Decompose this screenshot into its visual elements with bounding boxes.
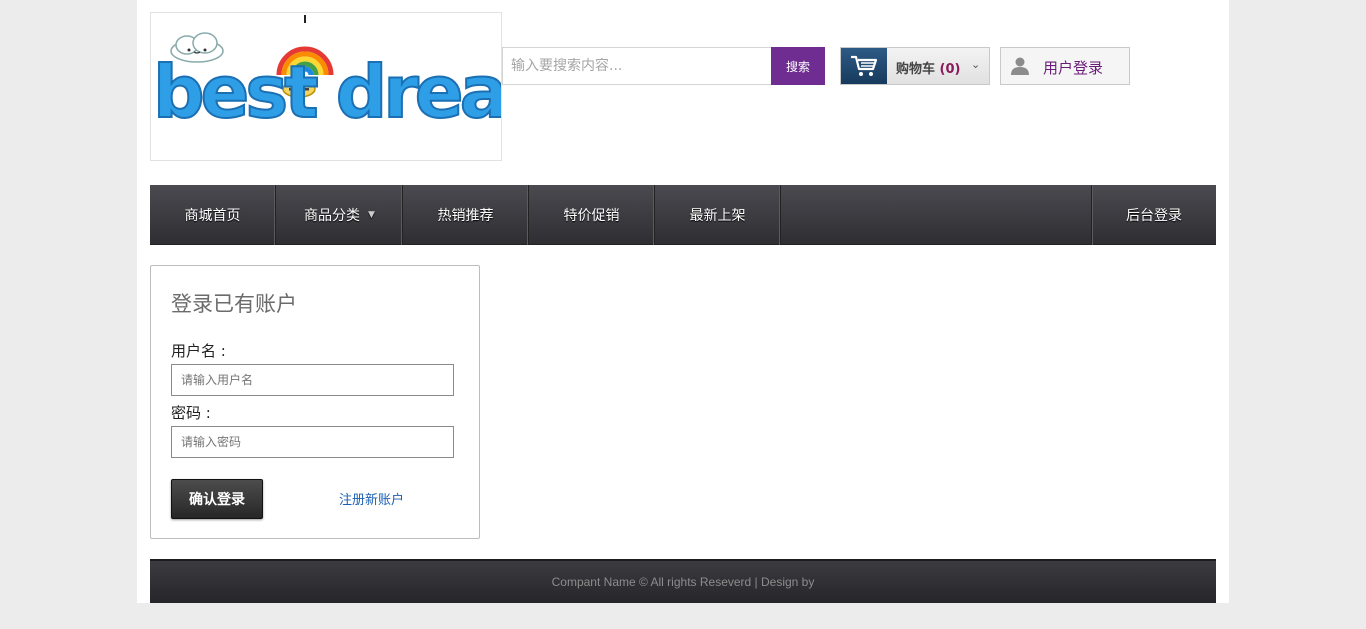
nav-item-home[interactable]: 商城首页: [150, 185, 276, 245]
user-login-button[interactable]: 用户登录: [1000, 47, 1130, 85]
nav-item-admin-login[interactable]: 后台登录: [1091, 185, 1216, 245]
footer: Compant Name © All rights Reseverd | Des…: [150, 559, 1216, 603]
user-login-label: 用户登录: [1043, 59, 1104, 77]
search-button[interactable]: 搜索: [771, 47, 825, 85]
cart-count: 0: [945, 62, 955, 77]
nav-item-sale[interactable]: 特价促销: [529, 185, 655, 245]
cart-icon-box: [841, 48, 887, 84]
cart-icon: [851, 55, 878, 76]
confirm-login-button[interactable]: 确认登录: [171, 479, 263, 519]
logo-artwork: best dream: [152, 32, 502, 135]
cart-label: 购物车 (0): [896, 62, 961, 77]
page-container: best dream 搜索 购物车 (0) ⌄ 用户登录: [137, 0, 1229, 603]
main-nav: 商城首页 商品分类 ▼ 热销推荐 特价促销 最新上架 后台登录: [150, 185, 1216, 245]
footer-text: Compant Name © All rights Reseverd | Des…: [551, 575, 815, 589]
chevron-down-icon: ⌄: [971, 58, 981, 71]
cart-dropdown[interactable]: 购物车 (0) ⌄: [840, 47, 990, 85]
username-field[interactable]: [171, 364, 454, 396]
search-bar: 搜索: [502, 47, 825, 85]
panel-title: 登录已有账户: [171, 292, 297, 316]
username-label: 用户名 :: [171, 342, 226, 360]
logo-wordmark: best dream: [153, 50, 502, 134]
password-field[interactable]: [171, 426, 454, 458]
nav-item-categories[interactable]: 商品分类 ▼: [277, 185, 403, 245]
login-panel: 登录已有账户 用户名 : 密码 : 确认登录 注册新账户: [150, 265, 480, 539]
register-link[interactable]: 注册新账户: [339, 489, 404, 508]
search-input[interactable]: [503, 48, 771, 84]
nav-item-new[interactable]: 最新上架: [655, 185, 781, 245]
site-logo[interactable]: best dream: [150, 12, 502, 161]
caret-down-icon: ▼: [368, 210, 375, 220]
nav-item-hot[interactable]: 热销推荐: [403, 185, 529, 245]
password-label: 密码 :: [171, 404, 211, 422]
user-icon: [1011, 57, 1029, 75]
